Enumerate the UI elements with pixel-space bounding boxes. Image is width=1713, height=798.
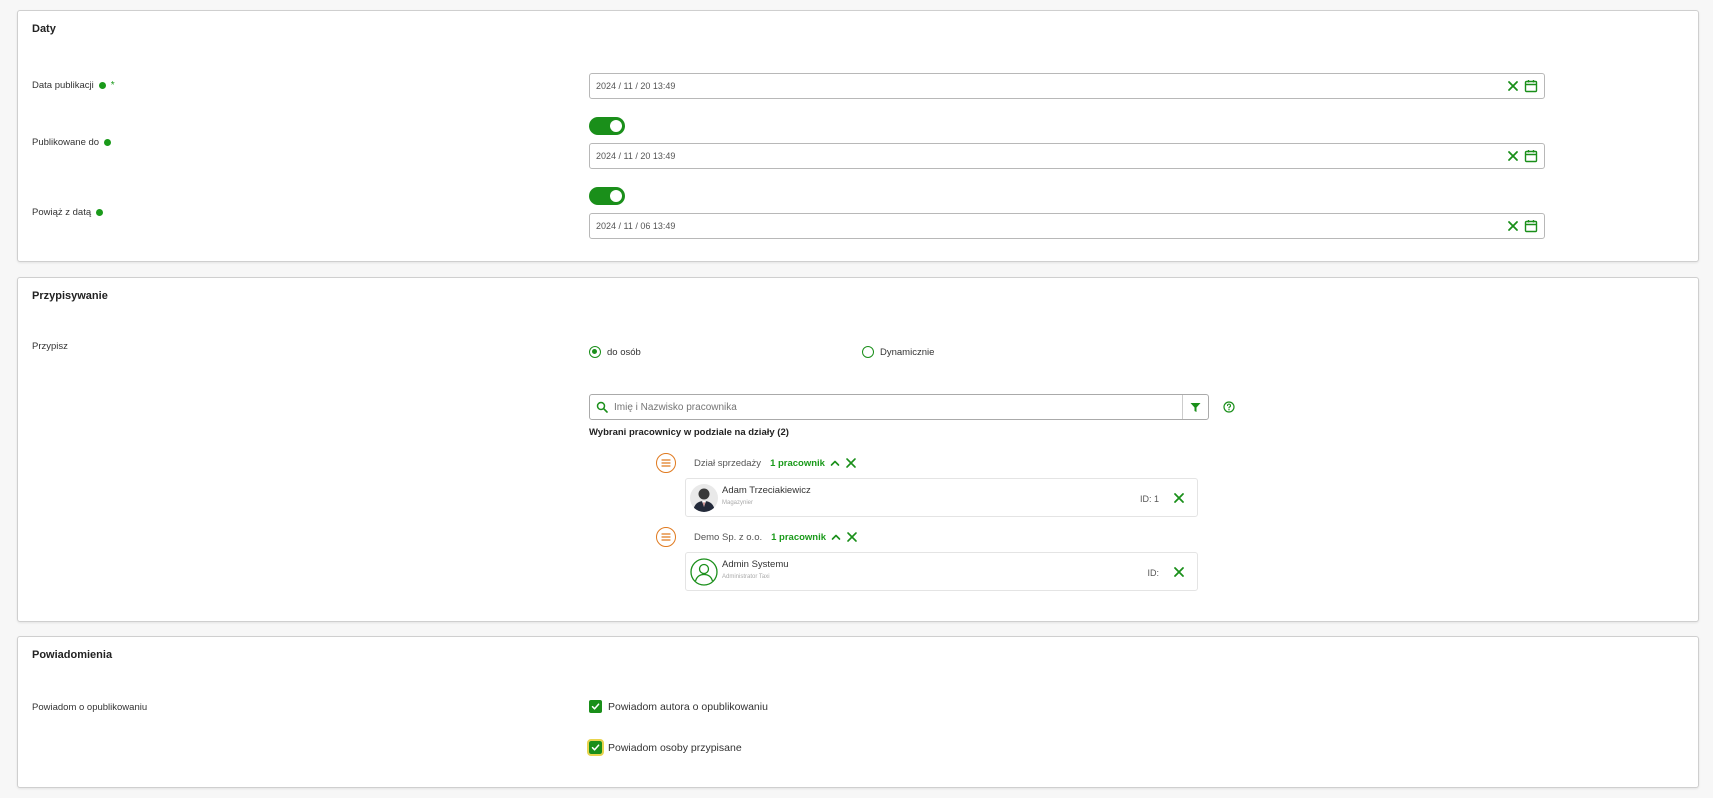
drag-handle-icon[interactable] [656,453,676,473]
notify-assigned-checkbox[interactable]: Powiadom osoby przypisane [587,739,742,756]
toggle-knob [610,120,622,132]
department-count: 1 pracownik [771,531,827,543]
assign-title: Przypisywanie [32,290,108,302]
radio-to-people-label: do osób [607,346,641,358]
publish-date-input[interactable]: 2024 / 11 / 20 13:49 [589,73,1545,99]
info-dot-icon [104,139,112,146]
required-mark: * [110,80,115,91]
published-until-label: Publikowane do [32,137,112,148]
publish-date-label-text: Data publikacji [32,80,94,91]
department-row: Demo Sp. z o.o. 1 pracownik [656,527,858,547]
checkbox-checked [587,739,604,756]
employee-id: ID: 1 [1139,494,1159,504]
clear-icon[interactable] [1507,220,1519,232]
calendar-icon[interactable] [1524,79,1538,93]
calendar-icon[interactable] [1524,149,1538,163]
notifications-card: Powiadomienia Powiadom o opublikowaniu P… [17,636,1699,788]
chevron-up-icon[interactable] [830,531,842,543]
remove-department-icon[interactable] [845,457,857,469]
link-date-label: Powiąż z datą [32,207,104,218]
employee-search [589,394,1209,420]
department-name: Dział sprzedaży [694,457,762,469]
radio-circle-checked [589,346,601,358]
chevron-up-icon[interactable] [829,457,841,469]
radio-to-people[interactable]: do osób [589,346,641,358]
notify-author-label: Powiadom autora o opublikowaniu [608,700,768,713]
drag-handle-icon[interactable] [656,527,676,547]
info-dot-icon [98,82,106,89]
notify-label-text: Powiadom o opublikowaniu [32,702,148,713]
selected-employees-title: Wybrani pracownicy w podziale na działy … [589,427,789,438]
checkbox-checked [589,700,602,713]
clear-icon[interactable] [1507,150,1519,162]
assign-label: Przypisz [32,341,68,352]
department-name: Demo Sp. z o.o. [694,531,763,543]
filter-button[interactable] [1182,395,1208,419]
published-until-toggle[interactable] [589,117,625,135]
employee-role: Administrator Taxi [722,574,770,580]
link-date-toggle[interactable] [589,187,625,205]
department-row: Dział sprzedaży 1 pracownik [656,453,857,473]
radio-circle [862,346,874,358]
link-date-label-text: Powiąż z datą [32,207,92,218]
remove-employee-icon[interactable] [1173,566,1185,578]
toggle-knob [610,190,622,202]
assign-label-text: Przypisz [32,341,68,352]
published-until-input[interactable]: 2024 / 11 / 20 13:49 [589,143,1545,169]
published-until-value: 2024 / 11 / 20 13:49 [596,151,676,161]
assign-card: Przypisywanie Przypisz do osób Dynamiczn… [17,277,1699,622]
notify-author-checkbox[interactable]: Powiadom autora o opublikowaniu [589,700,768,713]
employee-card: Adam Trzeciakiewicz Magazynier ID: 1 [685,478,1198,517]
check-icon [591,703,600,710]
link-date-value: 2024 / 11 / 06 13:49 [596,221,676,231]
employee-card: Admin Systemu Administrator Taxi ID: [685,552,1198,591]
notifications-title: Powiadomienia [32,649,113,661]
remove-employee-icon[interactable] [1173,492,1185,504]
radio-dynamic[interactable]: Dynamicznie [862,346,934,358]
department-count: 1 pracownik [770,457,825,469]
employee-id: ID: [1147,568,1159,578]
employee-name: Adam Trzeciakiewicz [722,485,811,496]
check-icon [591,744,600,751]
remove-department-icon[interactable] [846,531,858,543]
calendar-icon[interactable] [1524,219,1538,233]
notify-assigned-label: Powiadom osoby przypisane [608,741,742,754]
dates-title: Daty [32,23,56,35]
dates-card: Daty Data publikacji * 2024 / 11 / 20 13… [17,10,1699,262]
default-avatar-icon [690,558,718,586]
search-icon [596,401,608,413]
published-until-label-text: Publikowane do [32,137,100,148]
publish-date-value: 2024 / 11 / 20 13:49 [596,81,676,91]
help-icon[interactable] [1223,401,1235,413]
employee-name: Admin Systemu [722,559,789,570]
employee-search-input[interactable] [608,401,1182,413]
link-date-input[interactable]: 2024 / 11 / 06 13:49 [589,213,1545,239]
radio-dynamic-label: Dynamicznie [880,346,935,358]
clear-icon[interactable] [1507,80,1519,92]
avatar [690,484,718,512]
filter-icon [1190,402,1201,412]
info-dot-icon [96,209,104,216]
employee-role: Magazynier [722,500,754,506]
notify-label: Powiadom o opublikowaniu [32,702,147,713]
publish-date-label: Data publikacji * [32,80,115,91]
